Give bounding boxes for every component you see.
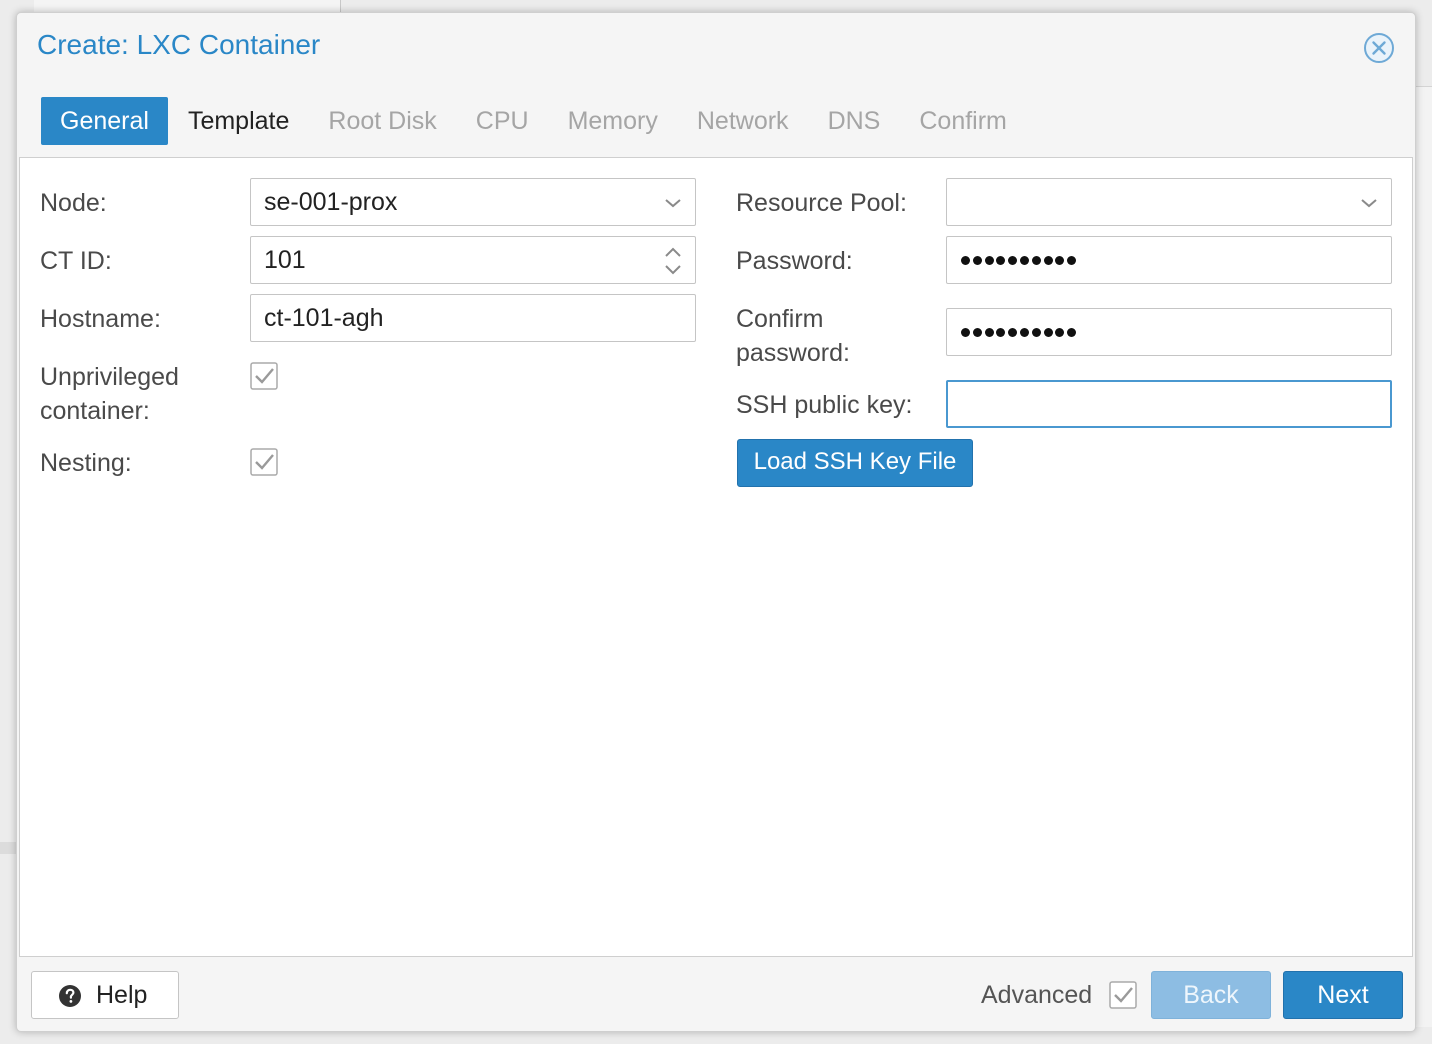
load-ssh-key-button[interactable]: Load SSH Key File <box>737 439 973 487</box>
spinner-arrows-icon[interactable] <box>661 243 685 279</box>
password-dot <box>1043 327 1053 337</box>
ssh-key-input[interactable] <box>946 380 1392 428</box>
password-dot <box>1067 255 1077 265</box>
help-button[interactable]: Help <box>31 971 179 1019</box>
unprivileged-label-line1: Unprivileged <box>40 363 179 391</box>
hostname-input[interactable]: ct-101-agh <box>250 294 696 342</box>
password-dot <box>1019 255 1029 265</box>
node-label: Node: <box>40 189 107 217</box>
next-button[interactable]: Next <box>1283 971 1403 1019</box>
password-dot <box>961 327 970 337</box>
password-dot <box>1008 255 1018 265</box>
password-dot <box>984 327 994 337</box>
confirm-password-input[interactable] <box>946 308 1392 356</box>
password-label: Password: <box>736 247 853 275</box>
tab-confirm[interactable]: Confirm <box>900 97 1026 145</box>
confirm-password-label-line1: Confirm <box>736 305 824 333</box>
background-left-strip <box>0 842 16 854</box>
ctid-value: 101 <box>264 246 306 274</box>
hostname-value: ct-101-agh <box>264 304 384 332</box>
tab-dns[interactable]: DNS <box>809 97 900 145</box>
password-dot <box>1031 255 1041 265</box>
background-right-panel <box>1416 86 1432 1027</box>
password-dot <box>972 327 982 337</box>
password-dot <box>1031 327 1041 337</box>
unprivileged-label-line2: container: <box>40 397 150 425</box>
nesting-checkbox[interactable] <box>250 448 278 476</box>
background-panel <box>34 0 341 12</box>
password-dot <box>1055 327 1065 337</box>
question-circle-icon <box>59 985 81 1007</box>
password-input[interactable] <box>946 236 1392 284</box>
confirm-password-label-line2: password: <box>736 339 850 367</box>
unprivileged-checkbox[interactable] <box>250 362 278 390</box>
password-dot <box>1008 327 1018 337</box>
password-dot <box>996 327 1006 337</box>
node-select[interactable]: se-001-prox <box>250 178 696 226</box>
resource-pool-label: Resource Pool: <box>736 189 907 217</box>
nesting-label: Nesting: <box>40 449 132 477</box>
hostname-label: Hostname: <box>40 305 161 333</box>
wizard-tabs: General Template Root Disk CPU Memory Ne… <box>41 97 1027 145</box>
ctid-number-field[interactable]: 101 <box>250 236 696 284</box>
advanced-label: Advanced <box>981 981 1093 1009</box>
confirm-password-masked-value <box>961 309 1079 355</box>
dialog-title: Create: LXC Container <box>37 29 321 60</box>
tab-template[interactable]: Template <box>169 97 308 145</box>
password-dot <box>972 255 982 265</box>
password-dot <box>1067 327 1077 337</box>
ssh-key-label: SSH public key: <box>736 391 913 419</box>
password-dot <box>1019 327 1029 337</box>
create-lxc-dialog: Create: LXC Container General Template R… <box>16 12 1416 1032</box>
tab-memory[interactable]: Memory <box>549 97 677 145</box>
password-dot <box>996 255 1006 265</box>
help-label: Help <box>96 981 148 1009</box>
close-icon[interactable] <box>1363 32 1395 64</box>
ctid-label: CT ID: <box>40 247 112 275</box>
resource-pool-select[interactable] <box>946 178 1392 226</box>
back-button[interactable]: Back <box>1151 971 1271 1019</box>
tab-cpu[interactable]: CPU <box>457 97 548 145</box>
password-dot <box>961 255 970 265</box>
tab-general[interactable]: General <box>41 97 168 145</box>
password-dot <box>1043 255 1053 265</box>
password-dot <box>1055 255 1065 265</box>
password-masked-value <box>961 237 1079 283</box>
tab-network[interactable]: Network <box>678 97 808 145</box>
general-form-panel: Node: se-001-prox CT ID: 101 Hostname: c… <box>19 157 1413 957</box>
tab-root-disk[interactable]: Root Disk <box>309 97 455 145</box>
password-dot <box>984 255 994 265</box>
chevron-down-icon[interactable] <box>661 191 685 215</box>
chevron-down-icon[interactable] <box>1357 191 1381 215</box>
advanced-checkbox[interactable] <box>1109 981 1137 1009</box>
node-value: se-001-prox <box>264 188 398 216</box>
